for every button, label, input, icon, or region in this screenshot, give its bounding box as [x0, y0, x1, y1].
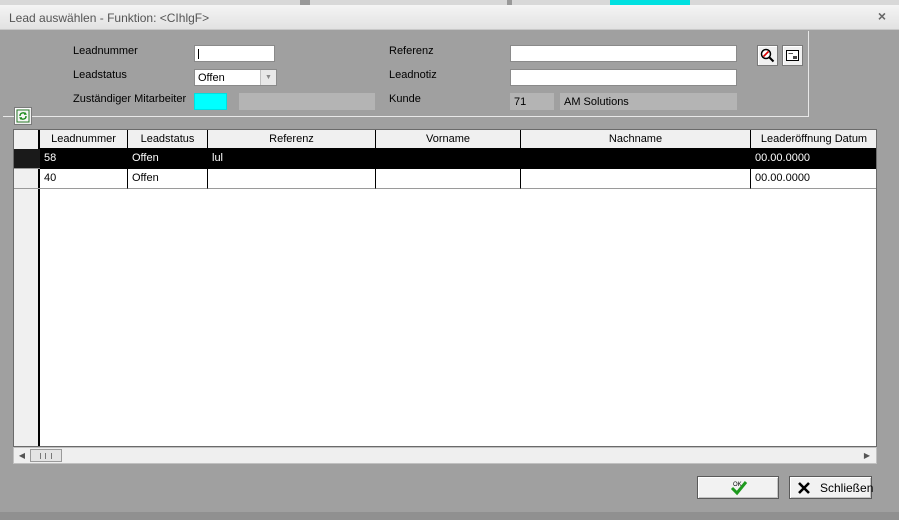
kunde-id-field: 71 — [510, 93, 554, 110]
leadnummer-input[interactable] — [194, 45, 275, 62]
refresh-icon — [16, 109, 30, 123]
dialog-window: Lead auswählen - Funktion: <CIhlgF> × Le… — [0, 0, 899, 520]
cell-leadnummer: 58 — [40, 149, 128, 169]
leadnummer-label: Leadnummer — [73, 45, 138, 57]
leadnotiz-input[interactable] — [510, 69, 737, 86]
row-selector[interactable] — [14, 149, 40, 169]
search-button[interactable] — [757, 45, 778, 66]
bottom-strip — [0, 512, 899, 520]
scroll-thumb[interactable] — [30, 449, 62, 462]
cell-leadstatus: Offen — [128, 149, 208, 169]
ok-button[interactable]: OK — [697, 476, 779, 499]
table-row[interactable]: 58 Offen lul 00.00.0000 — [14, 149, 876, 169]
referenz-input[interactable] — [510, 45, 737, 62]
leadstatus-value: Offen — [198, 72, 225, 84]
close-button[interactable]: Schließen — [789, 476, 874, 499]
kunde-label: Kunde — [389, 93, 421, 105]
mitarbeiter-name-field — [239, 93, 375, 110]
scroll-right-icon[interactable]: ▶ — [861, 450, 873, 462]
table-row[interactable]: 40 Offen 00.00.0000 — [14, 169, 876, 189]
mitarbeiter-label: Zuständiger Mitarbeiter — [73, 93, 187, 105]
column-header-nachname[interactable]: Nachname — [521, 130, 751, 149]
cell-datum: 00.00.0000 — [751, 169, 876, 189]
cell-leadnummer: 40 — [40, 169, 128, 189]
cell-referenz: lul — [208, 149, 376, 169]
filter-panel: Leadnummer Leadstatus Offen ▼ Zuständige… — [3, 31, 896, 117]
close-icon[interactable]: × — [875, 9, 889, 23]
horizontal-scrollbar[interactable]: ◀ ▶ — [13, 447, 877, 464]
grip-icon — [40, 453, 52, 459]
close-button-label: Schließen — [820, 481, 874, 495]
mitarbeiter-code-input[interactable] — [194, 93, 227, 110]
cell-nachname — [521, 149, 751, 169]
leadstatus-select[interactable]: Offen ▼ — [194, 69, 277, 86]
cell-nachname — [521, 169, 751, 189]
refresh-button[interactable] — [14, 107, 32, 125]
cell-vorname — [376, 149, 521, 169]
card-button[interactable] — [782, 45, 803, 66]
chevron-down-icon[interactable]: ▼ — [260, 70, 276, 85]
x-icon — [798, 482, 810, 494]
column-header-vorname[interactable]: Vorname — [376, 130, 521, 149]
leadstatus-label: Leadstatus — [73, 69, 127, 81]
cell-leadstatus: Offen — [128, 169, 208, 189]
ok-label: OK — [733, 482, 742, 488]
scroll-left-icon[interactable]: ◀ — [16, 450, 28, 462]
cell-referenz — [208, 169, 376, 189]
column-header-leadnummer[interactable]: Leadnummer — [40, 130, 128, 149]
column-header-referenz[interactable]: Referenz — [208, 130, 376, 149]
row-selector[interactable] — [14, 169, 40, 189]
referenz-label: Referenz — [389, 45, 434, 57]
cell-vorname — [376, 169, 521, 189]
column-header-leadstatus[interactable]: Leadstatus — [128, 130, 208, 149]
cell-datum: 00.00.0000 — [751, 149, 876, 169]
search-icon — [760, 48, 775, 63]
kunde-name-field: AM Solutions — [560, 93, 737, 110]
title-bar: Lead auswählen - Funktion: <CIhlgF> × — [0, 5, 899, 30]
leadnotiz-label: Leadnotiz — [389, 69, 437, 81]
lead-grid[interactable]: Leadnummer Leadstatus Referenz Vorname N… — [13, 129, 877, 447]
checkmark-icon: OK — [730, 481, 748, 496]
column-header-datum[interactable]: Leaderöffnung Datum — [751, 130, 876, 149]
window-title: Lead auswählen - Funktion: <CIhlgF> — [9, 11, 210, 25]
card-icon — [786, 50, 799, 61]
